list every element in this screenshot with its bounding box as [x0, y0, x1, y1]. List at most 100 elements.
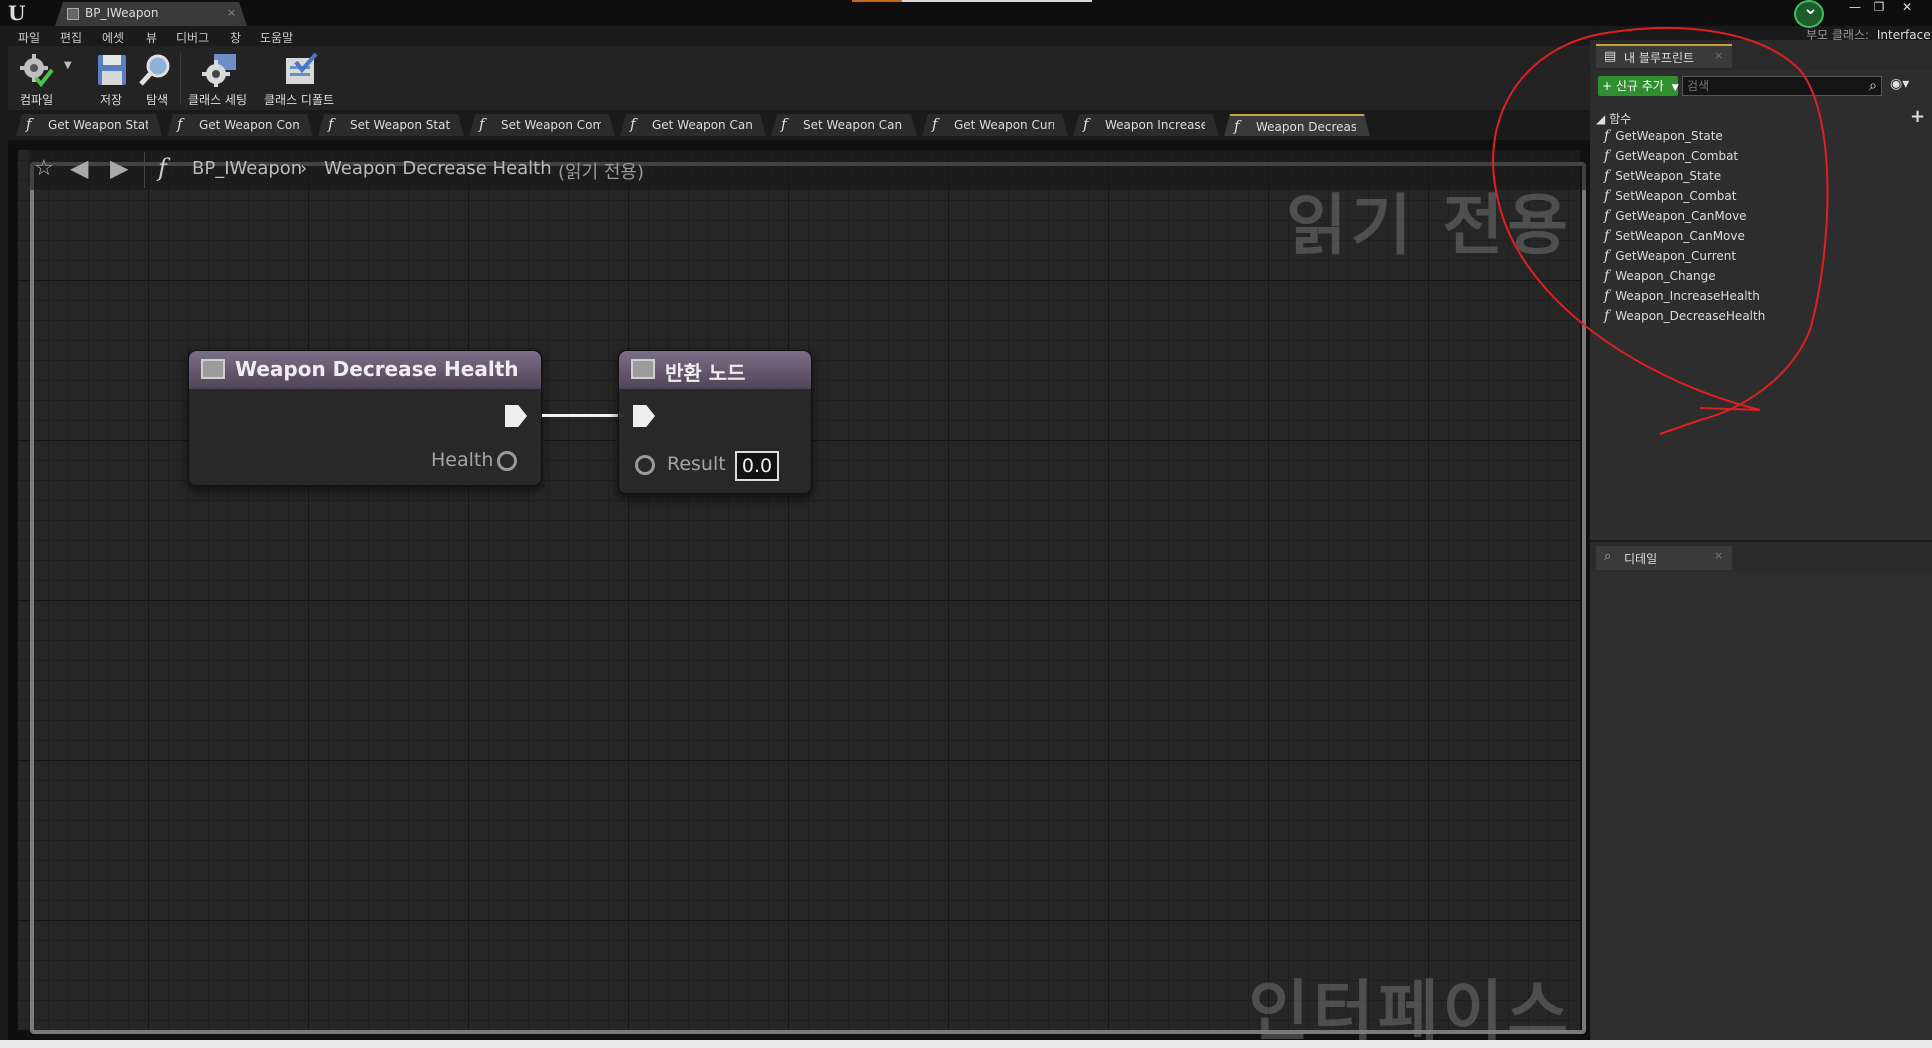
menu-window[interactable]: 창 — [230, 29, 241, 46]
document-tab-label: BP_IWeapon — [85, 6, 159, 20]
breadcrumb-chevron-icon: › — [300, 158, 308, 179]
compile-button[interactable]: 컴파일 ▼ — [12, 48, 72, 108]
list-item[interactable]: f SetWeapon_CanMove — [1604, 228, 1745, 244]
graph-panel: ☆ ◀ ▶ f BP_IWeapon › Weapon Decrease Hea… — [8, 140, 1590, 1048]
magnifier-icon — [139, 54, 170, 86]
menu-file[interactable]: 파일 — [18, 29, 40, 46]
back-arrow-icon[interactable]: ◀ — [70, 154, 88, 182]
add-new-button[interactable]: + 신규 추가 ▼ — [1598, 76, 1679, 96]
tab-weapon-increase-health[interactable]: f Weapon Increase H — [1073, 114, 1219, 136]
return-node[interactable]: 반환 노드 Result 0.0 — [618, 350, 812, 494]
list-item[interactable]: f GetWeapon_State — [1604, 128, 1723, 144]
tab-set-weapon-state[interactable]: f Set Weapon State — [318, 114, 464, 136]
search-icon[interactable]: ⌕ — [1869, 78, 1877, 94]
tab-get-weapon-state[interactable]: f Get Weapon State — [16, 114, 162, 136]
function-name: SetWeapon_CanMove — [1615, 229, 1745, 243]
menu-debug[interactable]: 디버그 — [176, 29, 209, 46]
forward-arrow-icon[interactable]: ▶ — [110, 154, 128, 182]
browse-button[interactable]: 탐색 — [132, 48, 182, 108]
class-settings-button[interactable]: 클래스 세팅 — [188, 48, 254, 108]
interface-watermark: 인터페이스 — [1248, 973, 1572, 1048]
star-icon[interactable]: ☆ — [34, 156, 54, 181]
progress-indicator-white — [902, 0, 1092, 2]
list-item[interactable]: f GetWeapon_Current — [1604, 248, 1736, 264]
exec-out-pin-icon[interactable] — [505, 405, 527, 427]
function-icon: f — [1604, 168, 1610, 184]
details-panel: ⌕ 디테일 × — [1590, 542, 1932, 1040]
close-icon[interactable]: × — [227, 6, 236, 19]
function-tab-label: Get Weapon State — [48, 118, 148, 132]
menu-help[interactable]: 도움말 — [260, 29, 293, 46]
list-item[interactable]: f Weapon_DecreaseHealth — [1604, 308, 1765, 324]
menu-bar: 파일 편집 에셋 뷰 디버그 창 도움말 — [0, 26, 1590, 46]
function-icon: f — [158, 154, 167, 182]
menu-asset[interactable]: 에셋 — [102, 29, 124, 46]
restore-icon[interactable]: ❐ — [1866, 0, 1892, 16]
result-input-pin-icon[interactable] — [635, 455, 655, 475]
breadcrumb-class[interactable]: BP_IWeapon — [192, 158, 302, 179]
function-icon: f — [630, 115, 636, 133]
function-icon: f — [479, 115, 485, 133]
function-name: GetWeapon_Combat — [1615, 149, 1739, 163]
save-button[interactable]: 저장 — [88, 48, 138, 108]
eye-icon[interactable]: ◉▾ — [1890, 76, 1909, 92]
tab-get-weapon-canmove[interactable]: f Get Weapon Can M — [620, 114, 766, 136]
function-icon: f — [328, 115, 334, 133]
tab-get-weapon-current[interactable]: f Get Weapon Currer — [922, 114, 1068, 136]
chevron-down-icon: ▼ — [1671, 83, 1679, 93]
function-icon: f — [932, 115, 938, 133]
title-bar: U BP_IWeapon × — ❐ ✕ — [0, 0, 1932, 28]
list-item[interactable]: f GetWeapon_Combat — [1604, 148, 1738, 164]
tab-get-weapon-combat[interactable]: f Get Weapon Comb — [167, 114, 313, 136]
exec-in-pin-icon[interactable] — [633, 405, 655, 427]
functions-section-header[interactable]: ◢ 함수 — [1596, 110, 1631, 127]
graph-canvas[interactable]: ☆ ◀ ▶ f BP_IWeapon › Weapon Decrease Hea… — [18, 150, 1588, 1048]
toolbar-separator — [180, 52, 181, 104]
health-pin-label: Health — [431, 449, 494, 471]
search-input[interactable] — [1687, 78, 1847, 94]
class-defaults-label: 클래스 디폴트 — [264, 93, 335, 107]
list-item[interactable]: f Weapon_Change — [1604, 268, 1716, 284]
tab-set-weapon-combat[interactable]: f Set Weapon Comb — [469, 114, 615, 136]
compile-options-chevron-icon[interactable]: ▼ — [64, 60, 72, 71]
tab-set-weapon-canmove[interactable]: f Set Weapon Can M — [771, 114, 917, 136]
result-value-field[interactable]: 0.0 — [735, 451, 779, 481]
book-icon: ▤ — [1604, 49, 1617, 64]
tab-weapon-decrease-health[interactable]: f Weapon Decrease — [1224, 114, 1370, 136]
compile-label: 컴파일 — [20, 93, 54, 107]
function-name: GetWeapon_Current — [1615, 249, 1737, 263]
tab-my-blueprint[interactable]: ▤ 내 블루프린트 × — [1596, 44, 1732, 68]
function-tab-label: Get Weapon Comb — [199, 118, 299, 132]
collapse-triangle-icon: ◢ — [1596, 112, 1606, 126]
add-function-icon[interactable]: + — [1910, 106, 1925, 127]
compile-icon — [20, 54, 54, 88]
details-tab-label: 디테일 — [1624, 552, 1658, 566]
function-entry-node[interactable]: Weapon Decrease Health Health — [188, 350, 542, 486]
readonly-border — [30, 162, 1586, 1034]
blueprint-icon — [67, 8, 79, 20]
function-icon: f — [1604, 248, 1610, 264]
search-field[interactable]: ⌕ — [1682, 76, 1882, 96]
list-item[interactable]: f SetWeapon_Combat — [1604, 188, 1736, 204]
search-icon: ⌕ — [1604, 549, 1612, 564]
notification-badge-icon[interactable] — [1794, 0, 1824, 28]
document-tab[interactable]: BP_IWeapon × — [55, 2, 247, 26]
list-item[interactable]: f SetWeapon_State — [1604, 168, 1721, 184]
tab-details[interactable]: ⌕ 디테일 × — [1596, 546, 1732, 570]
function-name: SetWeapon_Combat — [1615, 189, 1737, 203]
health-output-pin-icon[interactable] — [497, 451, 517, 471]
breadcrumb-function[interactable]: Weapon Decrease Health — [324, 158, 552, 179]
minimize-icon[interactable]: — — [1842, 0, 1868, 16]
unreal-logo-icon: U — [8, 1, 26, 25]
list-item[interactable]: f GetWeapon_CanMove — [1604, 208, 1747, 224]
my-blueprint-panel: ▤ 내 블루프린트 × + 신규 추가 ▼ ⌕ ◉▾ ◢ 함수 + f GetWe… — [1590, 40, 1932, 540]
close-window-icon[interactable]: ✕ — [1894, 0, 1920, 16]
menu-view[interactable]: 뷰 — [146, 29, 157, 46]
function-icon: f — [177, 115, 183, 133]
close-icon[interactable]: × — [1714, 549, 1723, 562]
close-icon[interactable]: × — [1714, 49, 1723, 62]
function-name: SetWeapon_State — [1615, 169, 1722, 183]
menu-edit[interactable]: 편집 — [60, 29, 82, 46]
class-defaults-button[interactable]: 클래스 디폴트 — [264, 48, 336, 108]
list-item[interactable]: f Weapon_IncreaseHealth — [1604, 288, 1760, 304]
